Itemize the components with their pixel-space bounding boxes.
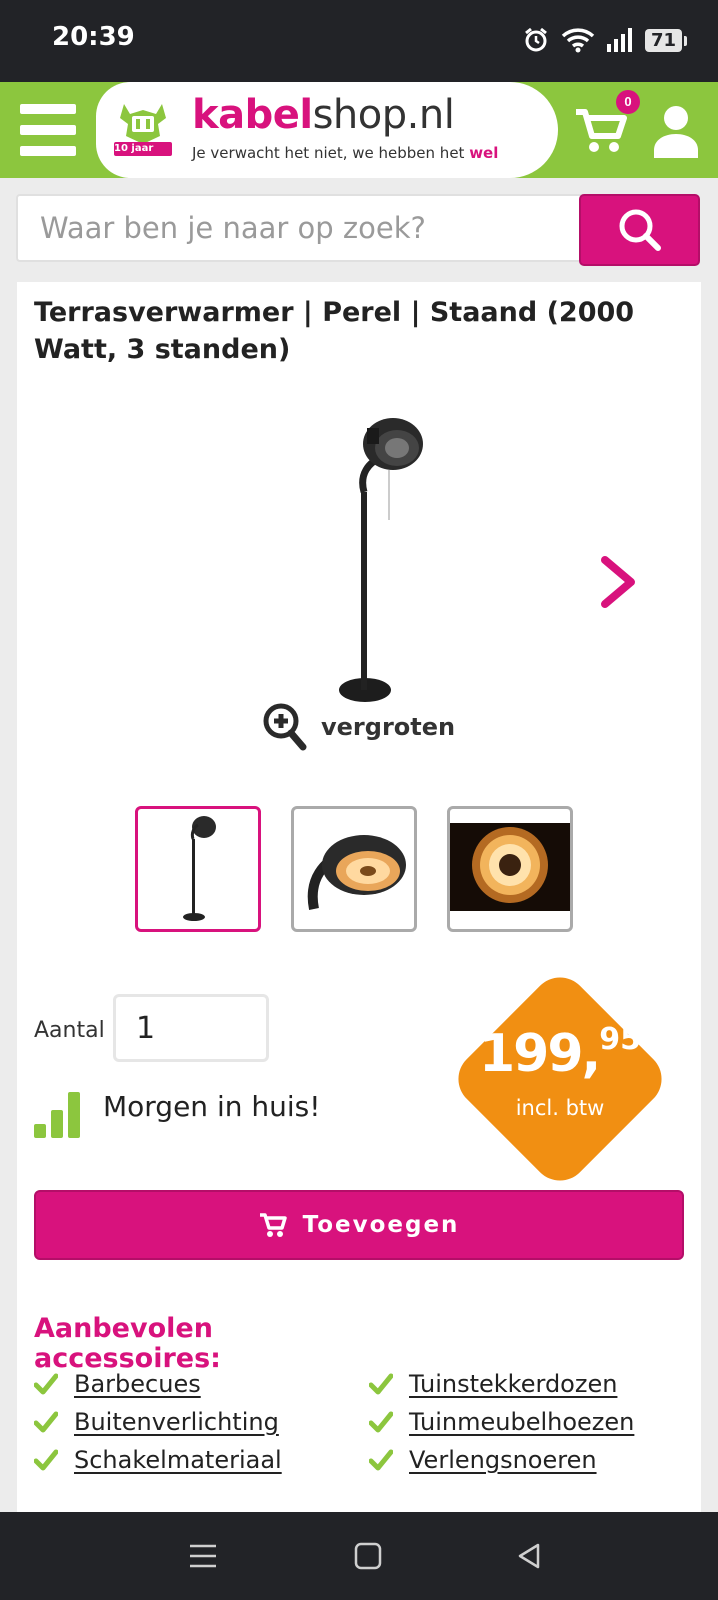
accessory-link-tuinmeubelhoezen[interactable]: Tuinmeubelhoezen: [409, 1408, 634, 1436]
thumbnail-heater-head-image: [307, 835, 406, 910]
accessories-heading: Aanbevolen accessoires:: [34, 1313, 221, 1374]
thumbnail-heater-image: [183, 816, 216, 921]
battery-indicator: 71: [644, 28, 688, 52]
product-main-image[interactable]: [307, 408, 427, 706]
status-icons: 71: [523, 24, 688, 56]
account-icon[interactable]: [652, 102, 700, 158]
tagline-main: Je verwacht het niet, we hebben het: [192, 144, 470, 162]
next-image-arrow-icon[interactable]: [597, 554, 641, 610]
back-icon[interactable]: [516, 1542, 542, 1570]
cart-count-badge: 0: [616, 90, 640, 114]
add-to-cart-button[interactable]: Toevoegen: [34, 1190, 684, 1260]
product-title: Terrasverwarmer | Perel | Staand (2000 W…: [34, 297, 635, 365]
check-icon: [34, 1373, 58, 1395]
price-amount: 199,95: [447, 1022, 673, 1084]
site-header: 10 jaar kabelshop.nl Je verwacht het nie…: [0, 82, 718, 178]
search-bar: [16, 194, 700, 266]
price-vat-note: incl. btw: [515, 1096, 605, 1120]
delivery-signal-icon: [34, 1092, 80, 1138]
accessory-link-buitenverlichting[interactable]: Buitenverlichting: [74, 1408, 279, 1436]
accessory-link-verlengsnoeren[interactable]: Verlengsnoeren: [409, 1446, 597, 1474]
zoom-in-icon: [263, 703, 307, 751]
alarm-icon: [525, 27, 547, 52]
brand-tagline: Je verwacht het niet, we hebben het wel: [192, 144, 498, 162]
accessory-item: Barbecues: [34, 1370, 201, 1398]
accessory-item: Verlengsnoeren: [369, 1446, 597, 1474]
accessory-link-schakelmateriaal[interactable]: Schakelmateriaal: [74, 1446, 282, 1474]
wifi-icon: [561, 28, 595, 53]
price-cents: 95: [599, 1022, 642, 1057]
thumbnail-2[interactable]: [291, 806, 417, 932]
accessory-item: Tuinmeubelhoezen: [369, 1408, 634, 1436]
thumbnail-heating-element-image: [450, 823, 570, 911]
accessory-link-barbecues[interactable]: Barbecues: [74, 1370, 201, 1398]
delivery-text: Morgen in huis!: [103, 1090, 321, 1123]
accessory-item: Tuinstekkerdozen: [369, 1370, 617, 1398]
clock: 20:39: [52, 22, 135, 52]
site-logo[interactable]: 10 jaar kabelshop.nl Je verwacht het nie…: [96, 82, 558, 178]
accessory-item: Buitenverlichting: [34, 1408, 279, 1436]
product-card: Terrasverwarmer | Perel | Staand (2000 W…: [17, 282, 701, 1512]
check-icon: [34, 1411, 58, 1433]
status-bar: 20:39 71: [0, 0, 718, 82]
thumbnail-3[interactable]: [447, 806, 573, 932]
brand-name-part2: shop.nl: [312, 92, 455, 138]
search-input[interactable]: [16, 194, 586, 262]
search-button[interactable]: [579, 194, 700, 266]
check-icon: [369, 1373, 393, 1395]
check-icon: [34, 1449, 58, 1471]
accessory-item: Schakelmateriaal: [34, 1446, 282, 1474]
home-icon[interactable]: [354, 1542, 382, 1570]
quantity-label: Aantal: [34, 1018, 105, 1043]
cart-icon: [259, 1213, 287, 1237]
price-whole: 199,: [478, 1024, 601, 1084]
zoom-button[interactable]: vergroten: [263, 700, 455, 754]
recent-apps-icon[interactable]: [188, 1543, 218, 1569]
logo-badge-icon: [114, 104, 172, 156]
logo-badge-text: 10 jaar: [114, 143, 154, 154]
menu-icon[interactable]: [20, 104, 76, 156]
brand-name-part1: kabel: [192, 92, 313, 138]
tagline-accent: wel: [469, 144, 499, 162]
cart-icon[interactable]: [574, 104, 628, 156]
thumbnail-1[interactable]: [135, 806, 261, 932]
brand-name: kabelshop.nl: [192, 92, 455, 138]
check-icon: [369, 1411, 393, 1433]
add-to-cart-label: Toevoegen: [302, 1212, 460, 1238]
search-icon: [619, 209, 661, 251]
check-icon: [369, 1449, 393, 1471]
signal-icon: [606, 28, 632, 52]
zoom-label: vergroten: [321, 713, 456, 741]
accessory-link-tuinstekkerdozen[interactable]: Tuinstekkerdozen: [409, 1370, 617, 1398]
system-navigation-bar: [0, 1512, 718, 1600]
price-badge: 199,95 incl. btw: [446, 965, 674, 1193]
quantity-input[interactable]: [113, 994, 269, 1062]
